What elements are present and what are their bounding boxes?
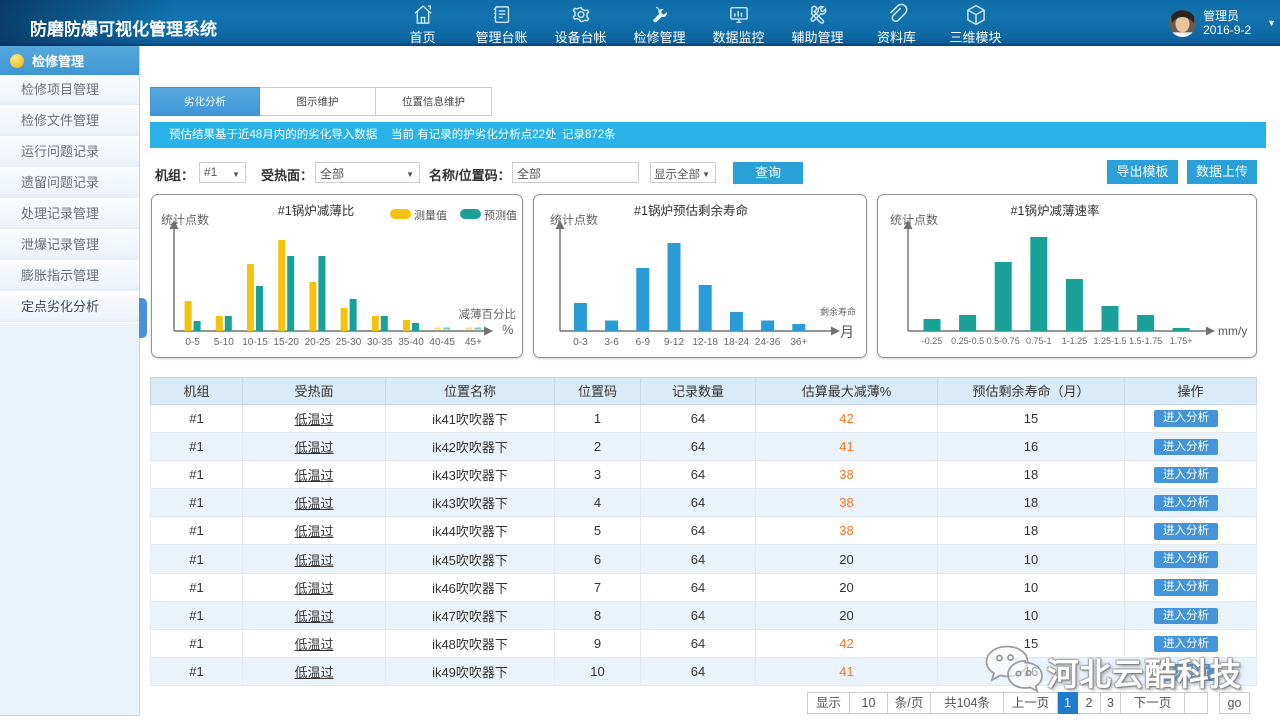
svg-text:36+: 36+ [790, 337, 807, 348]
svg-text:%: % [502, 322, 514, 337]
svg-text:剩余寿命: 剩余寿命 [820, 306, 856, 317]
svg-text:预测值: 预测值 [484, 209, 517, 222]
svg-text:45+: 45+ [465, 337, 482, 348]
svg-text:统计点数: 统计点数 [161, 212, 209, 227]
svg-text:5-10: 5-10 [214, 337, 234, 348]
svg-text:1.75+: 1.75+ [1170, 336, 1193, 346]
svg-text:30-35: 30-35 [367, 337, 393, 348]
svg-text:15-20: 15-20 [273, 337, 299, 348]
svg-text:40-45: 40-45 [429, 337, 455, 348]
svg-text:1-1.25: 1-1.25 [1062, 336, 1088, 346]
svg-text:18-24: 18-24 [724, 337, 750, 348]
svg-text:20-25: 20-25 [305, 337, 331, 348]
svg-text:6-9: 6-9 [636, 337, 651, 348]
svg-text:1.25-1.5: 1.25-1.5 [1093, 336, 1126, 346]
svg-text:0.75-1: 0.75-1 [1026, 336, 1052, 346]
svg-text:12-18: 12-18 [692, 337, 718, 348]
svg-text:35-40: 35-40 [398, 337, 424, 348]
svg-text:mm/y: mm/y [1218, 324, 1247, 338]
svg-text:测量值: 测量值 [414, 209, 447, 222]
svg-text:#1锅炉减薄速率: #1锅炉减薄速率 [1011, 203, 1100, 218]
svg-text:0-5: 0-5 [185, 337, 200, 348]
svg-text:1.5-1.75: 1.5-1.75 [1129, 336, 1162, 346]
svg-text:#1锅炉减薄比: #1锅炉减薄比 [278, 203, 354, 218]
svg-text:25-30: 25-30 [336, 337, 362, 348]
svg-text:-0.25: -0.25 [922, 336, 943, 346]
svg-text:0.25-0.5: 0.25-0.5 [951, 336, 984, 346]
svg-text:0.5-0.75: 0.5-0.75 [987, 336, 1020, 346]
svg-text:0-3: 0-3 [573, 337, 588, 348]
svg-text:10-15: 10-15 [242, 337, 268, 348]
svg-text:3-6: 3-6 [604, 337, 619, 348]
svg-text:统计点数: 统计点数 [890, 212, 938, 227]
svg-text:月: 月 [840, 324, 854, 340]
svg-text:统计点数: 统计点数 [550, 212, 598, 227]
svg-text:9-12: 9-12 [664, 337, 684, 348]
svg-text:减薄百分比: 减薄百分比 [459, 307, 517, 321]
svg-text:#1锅炉预估剩余寿命: #1锅炉预估剩余寿命 [634, 203, 748, 218]
svg-text:24-36: 24-36 [755, 337, 781, 348]
